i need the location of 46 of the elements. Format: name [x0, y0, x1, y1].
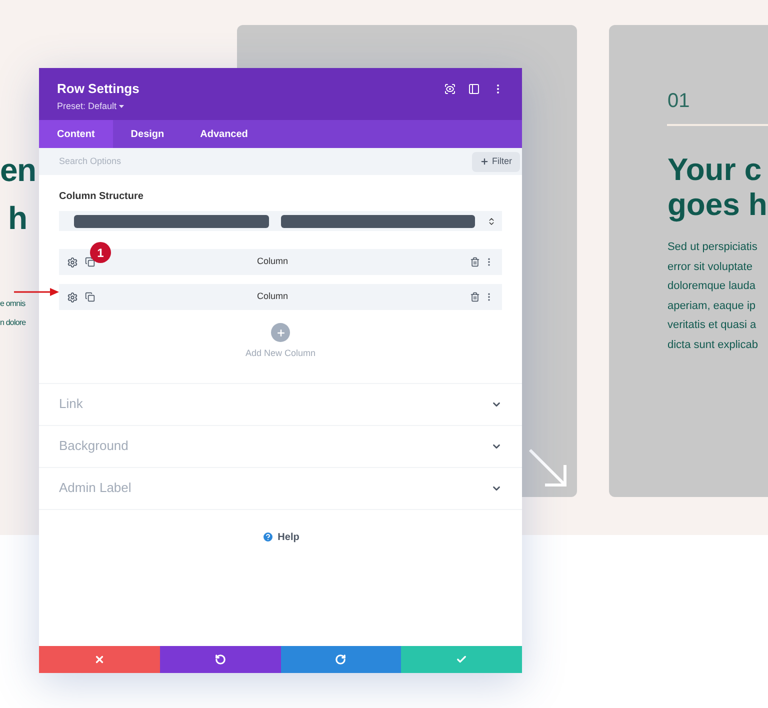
- undo-icon: [214, 654, 226, 665]
- dialog-title: Row Settings: [57, 81, 140, 97]
- column-label: Column: [256, 290, 289, 304]
- card-heading: Your c: [667, 152, 763, 187]
- split-view-icon[interactable]: [468, 83, 480, 95]
- settings-icon[interactable]: [67, 256, 78, 268]
- copy-icon[interactable]: [85, 257, 95, 267]
- tab[interactable]: Advanced: [182, 120, 266, 148]
- heading-text: en: [0, 151, 37, 190]
- arrow-icon: [526, 447, 569, 489]
- help-link[interactable]: Help: [262, 530, 300, 544]
- settings-icon[interactable]: [67, 292, 78, 302]
- step-badge: 1: [90, 242, 111, 263]
- save-icon: [456, 654, 468, 665]
- column-structure-select[interactable]: [59, 211, 502, 231]
- body-text: e omnis: [0, 298, 26, 310]
- select-arrows-icon: [487, 216, 496, 226]
- body-text: n dolore: [0, 317, 27, 329]
- caret-icon: [118, 104, 124, 108]
- plus-icon: [480, 157, 489, 166]
- tab[interactable]: Design: [112, 120, 182, 148]
- delete-icon[interactable]: [470, 257, 480, 267]
- step-number: 01: [667, 89, 691, 113]
- filter-button[interactable]: Filter: [472, 152, 520, 172]
- card-text: dicta sunt explicab: [667, 338, 759, 352]
- column-label: Column: [256, 255, 289, 268]
- heading-text: h: [7, 199, 28, 238]
- search-field[interactable]: Search Options: [59, 154, 259, 168]
- delete-icon[interactable]: [470, 292, 480, 302]
- redo-icon: [335, 654, 346, 665]
- card-text: Sed ut perspiciatis: [667, 240, 758, 255]
- close-icon: [94, 654, 105, 665]
- pointer-arrow: [14, 287, 60, 297]
- add-icon: [271, 323, 290, 342]
- tab[interactable]: Content: [39, 120, 113, 148]
- card-text: doloremque lauda: [667, 279, 757, 294]
- preset-dropdown[interactable]: Preset: Default: [57, 99, 140, 113]
- card-text: error sit voluptate: [667, 260, 754, 274]
- card-text: aperiam, eaque ip: [667, 298, 757, 314]
- copy-icon[interactable]: [85, 292, 95, 302]
- card-text: veritatis et quasi a: [667, 318, 758, 333]
- column-row[interactable]: Column: [59, 284, 502, 310]
- preview-icon[interactable]: [444, 83, 456, 95]
- card-heading: goes h: [667, 187, 768, 222]
- help-icon: [262, 531, 274, 543]
- field-label: Column Structure: [59, 191, 144, 203]
